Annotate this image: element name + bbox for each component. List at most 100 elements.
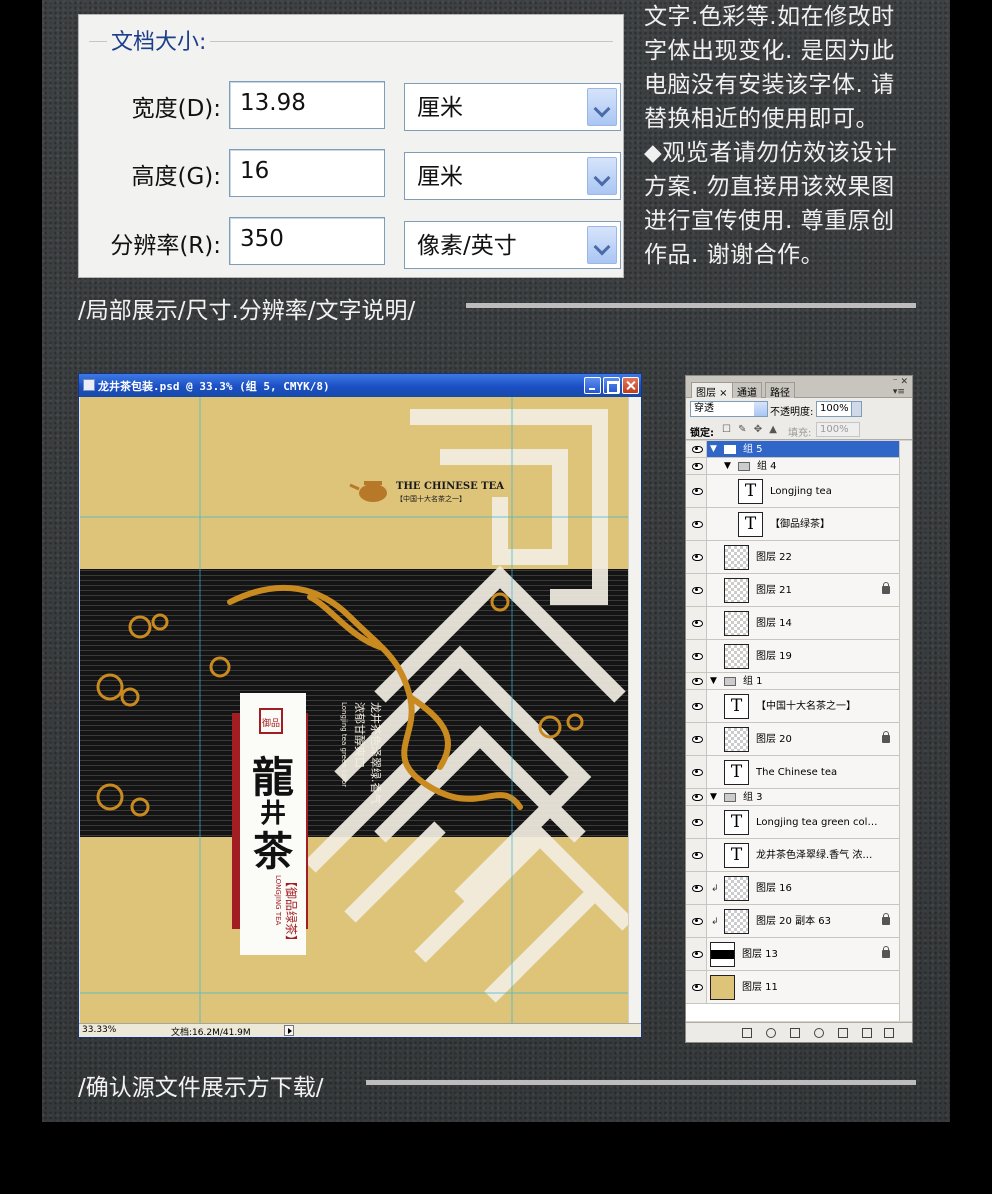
layer-thumbnail xyxy=(710,942,735,967)
expand-arrow-icon[interactable]: ▼ xyxy=(710,792,717,802)
adjustment-layer-icon[interactable] xyxy=(814,1028,824,1038)
close-button[interactable] xyxy=(622,377,639,394)
layer-row[interactable]: T Longjing tea xyxy=(686,475,900,508)
lock-options-icons[interactable]: ☐ ✎ ✥ ▲ xyxy=(722,424,779,435)
expand-arrow-icon[interactable]: ▼ xyxy=(724,461,731,471)
visibility-eye-icon[interactable] xyxy=(686,458,707,474)
layer-row[interactable]: 图层 21 xyxy=(686,574,900,607)
visibility-eye-icon[interactable] xyxy=(686,938,707,970)
layer-row[interactable]: 图层 19 xyxy=(686,640,900,673)
layer-row[interactable]: T The Chinese tea xyxy=(686,756,900,789)
notice-line: 电脑没有安装该字体. 请 xyxy=(644,72,895,98)
visibility-eye-icon[interactable] xyxy=(686,508,707,540)
layer-thumbnail xyxy=(724,727,749,752)
notice-line: 方案. 勿直接用该效果图 xyxy=(644,174,895,200)
layer-name: 图层 19 xyxy=(756,651,792,662)
visibility-eye-icon[interactable] xyxy=(686,723,707,755)
opacity-label: 不透明度: xyxy=(770,407,814,418)
visibility-eye-icon[interactable] xyxy=(686,806,707,838)
layer-row[interactable]: 图层 20 xyxy=(686,723,900,756)
vertical-copy-2: 浓郁甘醇爽口 xyxy=(353,702,367,768)
height-input[interactable]: 16 xyxy=(229,149,385,197)
layer-row[interactable]: 图层 14 xyxy=(686,607,900,640)
layer-row[interactable]: 图层 13 xyxy=(686,938,900,971)
new-group-icon[interactable] xyxy=(838,1028,848,1038)
panel-menu-icon[interactable]: ⁻ ✕ ▾≡ xyxy=(893,377,908,397)
title-char-2: 井 xyxy=(260,799,286,829)
visibility-eye-icon[interactable] xyxy=(686,789,707,805)
layer-name: 图层 14 xyxy=(756,618,792,629)
delete-layer-icon[interactable] xyxy=(884,1028,894,1038)
layer-row[interactable]: 图层 11 xyxy=(686,971,900,1004)
layer-name: 龙井茶色泽翠绿.香气 浓郁.... xyxy=(756,850,878,861)
layer-row[interactable]: T 【中国十大名茶之一】 xyxy=(686,690,900,723)
document-info: 文档:16.2M/41.9M xyxy=(171,1028,251,1038)
resolution-unit-select[interactable]: 像素/英寸 xyxy=(404,221,621,269)
maximize-button[interactable] xyxy=(603,377,620,394)
document-size-legend: 文档大小: xyxy=(107,24,211,56)
layer-row[interactable]: ↲ 图层 20 副本 63 xyxy=(686,905,900,938)
layer-group-row[interactable]: ▼ 组 1 xyxy=(686,673,900,690)
new-layer-icon[interactable] xyxy=(862,1028,872,1038)
layers-panel[interactable]: 图层 × 通道 路径 ⁻ ✕ ▾≡ 穿透 不透明度: 100% 锁定: ☐ ✎ ✥… xyxy=(685,375,913,1043)
layer-row[interactable]: T 龙井茶色泽翠绿.香气 浓郁.... xyxy=(686,839,900,872)
tab-layers[interactable]: 图层 × xyxy=(691,382,733,399)
notice-line: 替换相近的使用即可。 xyxy=(644,106,879,132)
expand-arrow-icon[interactable]: ▼ xyxy=(710,444,717,454)
visibility-eye-icon[interactable] xyxy=(686,673,707,689)
blend-mode-select[interactable]: 穿透 xyxy=(690,401,768,417)
tab-paths[interactable]: 路径 xyxy=(765,382,795,399)
visibility-eye-icon[interactable] xyxy=(686,541,707,573)
height-label: 高度(G): xyxy=(131,164,221,190)
visibility-eye-icon[interactable] xyxy=(686,574,707,606)
title-char-3: 茶 xyxy=(253,828,294,875)
clipping-mask-icon: ↲ xyxy=(711,917,719,927)
expand-arrow-icon[interactable]: ▼ xyxy=(710,676,717,686)
layer-thumbnail xyxy=(724,611,749,636)
status-menu-arrow-icon[interactable] xyxy=(284,1025,294,1036)
layer-group-row[interactable]: ▼ 组 4 xyxy=(686,458,900,475)
visibility-eye-icon[interactable] xyxy=(686,640,707,672)
fill-input[interactable]: 100% xyxy=(816,422,860,437)
opacity-slider-arrow-icon[interactable] xyxy=(851,401,862,417)
layer-row[interactable]: T 【御品绿茶】 xyxy=(686,508,900,541)
layer-group-row[interactable]: ▼ 组 3 xyxy=(686,789,900,806)
layer-thumbnail xyxy=(724,578,749,603)
visibility-eye-icon[interactable] xyxy=(686,971,707,1003)
text-layer-icon: T xyxy=(738,479,763,504)
text-layer-icon: T xyxy=(724,760,749,785)
visibility-eye-icon[interactable] xyxy=(686,475,707,507)
minimize-button[interactable] xyxy=(584,377,601,394)
tab-channels[interactable]: 通道 xyxy=(732,382,762,399)
layer-row[interactable]: ↲ 图层 16 xyxy=(686,872,900,905)
chevron-down-icon[interactable] xyxy=(587,88,617,126)
add-mask-icon[interactable] xyxy=(790,1028,800,1038)
visibility-eye-icon[interactable] xyxy=(686,839,707,871)
chevron-down-icon[interactable] xyxy=(587,226,617,264)
height-unit-select[interactable]: 厘米 xyxy=(404,152,621,200)
link-layers-icon[interactable] xyxy=(742,1028,752,1038)
layers-scrollbar[interactable] xyxy=(899,441,912,1021)
photoshop-document-window[interactable]: 龙井茶包装.psd @ 33.3% (组 5, CMYK/8) THE CHIN… xyxy=(78,373,642,1038)
visibility-eye-icon[interactable] xyxy=(686,690,707,722)
window-titlebar[interactable]: 龙井茶包装.psd @ 33.3% (组 5, CMYK/8) xyxy=(79,374,641,397)
width-input[interactable]: 13.98 xyxy=(229,81,385,129)
visibility-eye-icon[interactable] xyxy=(686,872,707,904)
visibility-eye-icon[interactable] xyxy=(686,756,707,788)
visibility-eye-icon[interactable] xyxy=(686,905,707,937)
caption-bottom-rule xyxy=(366,1080,916,1085)
visibility-eye-icon[interactable] xyxy=(686,607,707,639)
resolution-input[interactable]: 350 xyxy=(229,217,385,265)
layer-row[interactable]: T Longjing tea green color, rich ... xyxy=(686,806,900,839)
layer-style-fx-icon[interactable] xyxy=(766,1028,776,1038)
width-unit-select[interactable]: 厘米 xyxy=(404,83,621,131)
brand-chinese: 【中国十大名茶之一】 xyxy=(396,494,466,503)
document-canvas[interactable]: THE CHINESE TEA 【中国十大名茶之一】 御品 龍 井 茶 【御品绿… xyxy=(80,397,628,1024)
chevron-down-icon[interactable] xyxy=(587,157,617,195)
layer-group-row[interactable]: ▼ 组 5 xyxy=(686,441,900,458)
layer-row[interactable]: 图层 22 xyxy=(686,541,900,574)
clipping-mask-icon: ↲ xyxy=(711,884,719,894)
zoom-level[interactable]: 33.33% xyxy=(82,1025,116,1035)
vertical-scrollbar[interactable] xyxy=(628,397,641,1024)
visibility-eye-icon[interactable] xyxy=(686,441,707,457)
